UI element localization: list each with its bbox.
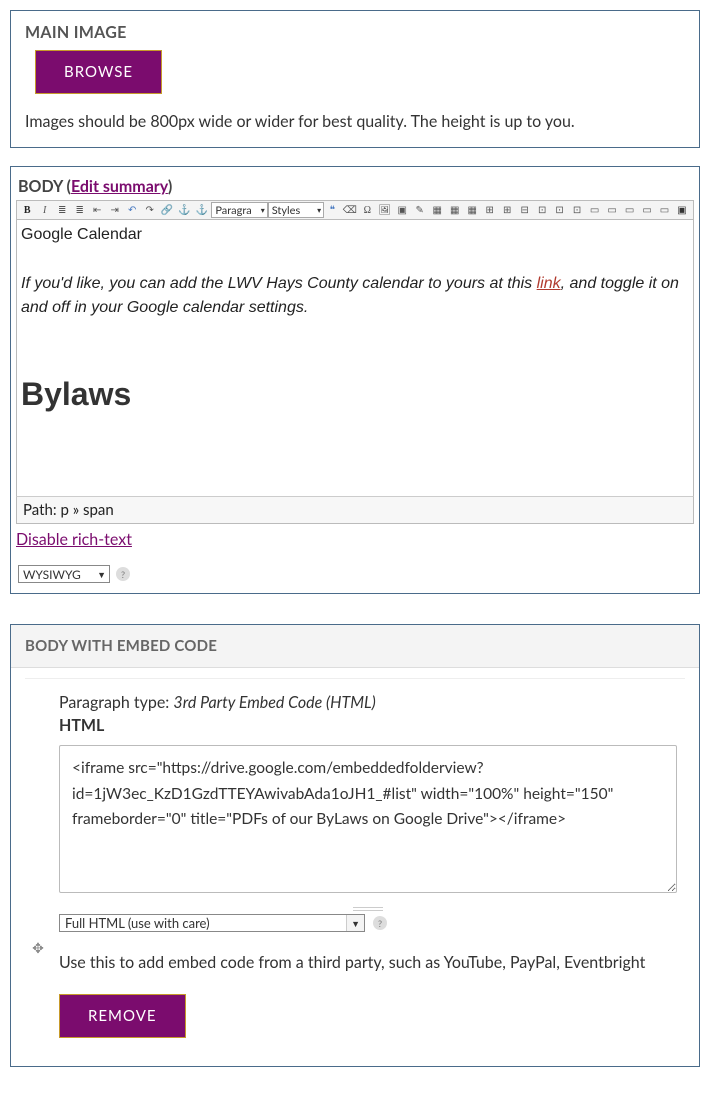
tb-icon[interactable]: ▭	[586, 202, 602, 218]
editor-content[interactable]: Google Calendar If you'd like, you can a…	[16, 220, 694, 496]
table-button[interactable]: ▦	[429, 202, 445, 218]
ol-button[interactable]: ≣	[71, 202, 87, 218]
eraser-button[interactable]: ⌫	[342, 202, 358, 218]
tb-icon[interactable]: ▦	[446, 202, 462, 218]
disable-richtext-link[interactable]: Disable rich-text	[16, 530, 132, 549]
undo-button[interactable]: ↶	[124, 202, 140, 218]
body-header: BODY (Edit summary)	[14, 171, 696, 200]
bold-button[interactable]: B	[19, 202, 35, 218]
paragraph-type: Paragraph type: 3rd Party Embed Code (HT…	[59, 693, 677, 712]
anchor-button[interactable]: ⚓	[194, 202, 210, 218]
help-icon[interactable]: ?	[373, 916, 387, 930]
html-label: HTML	[59, 716, 677, 735]
editor-path: Path: p » span	[16, 496, 694, 524]
tb-icon[interactable]: ⊡	[551, 202, 567, 218]
embed-help: Use this to add embed code from a third …	[59, 953, 677, 972]
editor-text: Google Calendar	[21, 226, 689, 244]
help-icon[interactable]: ?	[116, 567, 130, 581]
tb-icon[interactable]: ⊞	[481, 202, 497, 218]
html-textarea[interactable]	[59, 745, 677, 893]
blockquote-button[interactable]: ❝	[324, 202, 340, 218]
editor-heading: Bylaws	[21, 376, 689, 413]
body-panel: BODY (Edit summary) B I ≣ ≣ ⇤ ⇥ ↶ ↷ 🔗 ⚓ …	[10, 166, 700, 594]
paragraph-select[interactable]: Paragra▾	[211, 202, 267, 218]
fullscreen-button[interactable]: ▣	[674, 202, 690, 218]
main-image-label: MAIN IMAGE	[25, 23, 685, 42]
tb-icon[interactable]: ⊡	[569, 202, 585, 218]
drag-handle[interactable]: ✥	[25, 679, 51, 1066]
tb-icon[interactable]: ⊟	[516, 202, 532, 218]
edit-button[interactable]: ✎	[412, 202, 428, 218]
tb-icon[interactable]: ▭	[621, 202, 637, 218]
tb-icon[interactable]: ▭	[604, 202, 620, 218]
edit-summary-link[interactable]: Edit summary	[71, 177, 168, 196]
main-image-panel: MAIN IMAGE BROWSE Images should be 800px…	[10, 10, 700, 148]
tb-icon[interactable]: ▭	[639, 202, 655, 218]
specialchar-button[interactable]: Ω	[359, 202, 375, 218]
move-icon: ✥	[32, 939, 44, 957]
editor-toolbar: B I ≣ ≣ ⇤ ⇥ ↶ ↷ 🔗 ⚓ ⚓ Paragra▾ Styles▾ ❝…	[16, 200, 694, 220]
tb-icon[interactable]: ▦	[464, 202, 480, 218]
resize-handle[interactable]	[59, 897, 677, 905]
styles-select[interactable]: Styles▾	[268, 202, 324, 218]
embed-panel: BODY WITH EMBED CODE ✥ Paragraph type: 3…	[10, 624, 700, 1067]
body-label: BODY	[18, 177, 63, 196]
media-button[interactable]: ▣	[394, 202, 410, 218]
link-button[interactable]: 🔗	[159, 202, 175, 218]
embed-format-select[interactable]: Full HTML (use with care)▼	[59, 914, 365, 932]
redo-button[interactable]: ↷	[141, 202, 157, 218]
tb-icon[interactable]: ▭	[656, 202, 672, 218]
image-button[interactable]: 🖼	[377, 202, 393, 218]
tb-icon[interactable]: ⊞	[499, 202, 515, 218]
editor-text: If you'd like, you can add the LWV Hays …	[21, 272, 689, 320]
text-format-select[interactable]: WYSIWYG▼	[18, 565, 110, 583]
browse-button[interactable]: BROWSE	[35, 50, 162, 94]
remove-button[interactable]: REMOVE	[59, 994, 186, 1038]
unlink-button[interactable]: ⚓	[176, 202, 192, 218]
content-link[interactable]: link	[537, 275, 561, 292]
indent-button[interactable]: ⇥	[106, 202, 122, 218]
ul-button[interactable]: ≣	[54, 202, 70, 218]
tb-icon[interactable]: ⊡	[534, 202, 550, 218]
main-image-help: Images should be 800px wide or wider for…	[25, 112, 685, 131]
embed-header: BODY WITH EMBED CODE	[11, 625, 699, 668]
outdent-button[interactable]: ⇤	[89, 202, 105, 218]
italic-button[interactable]: I	[36, 202, 52, 218]
